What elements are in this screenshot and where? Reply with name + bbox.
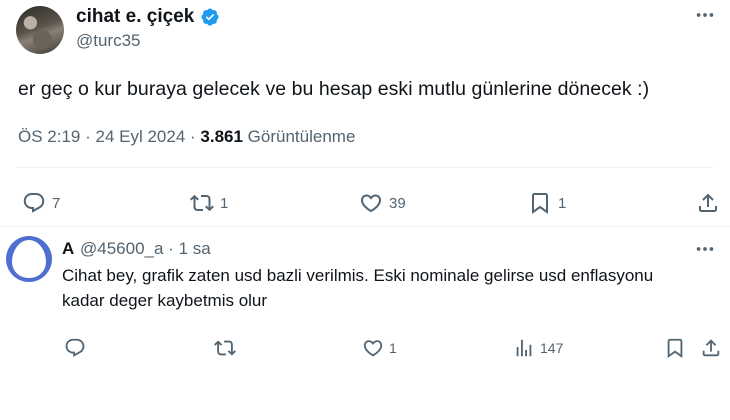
share-button[interactable] xyxy=(696,190,720,216)
like-button[interactable]: 39 xyxy=(359,190,406,216)
reply-author-name[interactable]: A xyxy=(62,239,74,259)
main-tweet: cihat e. çiçek @turc35 er geç o kur bura… xyxy=(0,0,730,228)
meta-separator: · xyxy=(163,239,179,258)
divider xyxy=(0,226,730,227)
views-button[interactable]: 147 xyxy=(513,336,563,360)
reply-avatar[interactable] xyxy=(6,236,52,282)
reply-text: Cihat bey, grafik zaten usd bazli verilm… xyxy=(62,266,654,310)
share-button[interactable] xyxy=(700,336,722,360)
reply-count: 7 xyxy=(52,194,61,212)
reply-tweet: A @45600_a · 1 sa Cihat bey, grafik zate… xyxy=(0,228,730,420)
bookmark-icon xyxy=(667,338,683,359)
views-count[interactable]: 3.861 xyxy=(200,127,243,146)
like-icon xyxy=(363,340,383,357)
meta-separator: · xyxy=(80,127,96,146)
reply-icon xyxy=(65,338,85,357)
retweet-icon xyxy=(190,194,214,212)
reply-button[interactable]: 7 xyxy=(22,190,60,216)
tweet-date[interactable]: 24 Eyl 2024 xyxy=(95,127,185,146)
tweet-text: er geç o kur buraya gelecek ve bu hesap … xyxy=(18,78,650,100)
reply-icon xyxy=(23,193,45,213)
retweet-button[interactable]: 1 xyxy=(190,190,228,216)
author-avatar[interactable] xyxy=(16,6,64,54)
retweet-count: 1 xyxy=(220,194,229,212)
bookmark-count: 1 xyxy=(558,194,567,212)
reply-author-meta: @45600_a · 1 sa xyxy=(80,239,211,259)
more-icon[interactable] xyxy=(694,4,716,26)
reply-time[interactable]: 1 sa xyxy=(179,239,211,258)
views-label[interactable]: Görüntülenme xyxy=(248,127,356,146)
divider xyxy=(16,167,714,168)
tweet-time[interactable]: ÖS 2:19 xyxy=(18,127,80,146)
meta-separator: · xyxy=(185,127,201,146)
reply-button[interactable] xyxy=(64,336,91,360)
bookmark-icon xyxy=(532,193,548,214)
bookmark-button[interactable]: 1 xyxy=(528,190,566,216)
default-avatar-icon xyxy=(12,240,46,278)
like-icon xyxy=(360,194,382,213)
like-count: 39 xyxy=(389,194,406,212)
retweet-icon xyxy=(214,340,236,356)
views-icon xyxy=(516,339,532,357)
author-handle[interactable]: @turc35 xyxy=(76,31,141,51)
like-count: 1 xyxy=(389,340,397,356)
more-icon[interactable] xyxy=(694,238,716,260)
tweet-meta: ÖS 2:19 · 24 Eyl 2024 · 3.861 Görüntülen… xyxy=(18,127,355,147)
reply-author-handle[interactable]: @45600_a xyxy=(80,239,163,258)
retweet-button[interactable] xyxy=(214,336,241,360)
share-icon xyxy=(702,339,720,357)
views-count: 147 xyxy=(540,340,564,356)
like-button[interactable]: 1 xyxy=(362,336,397,360)
author-name[interactable]: cihat e. çiçek xyxy=(76,6,194,28)
share-icon xyxy=(699,193,717,212)
bookmark-button[interactable] xyxy=(664,336,686,360)
verified-badge-icon xyxy=(201,8,219,26)
